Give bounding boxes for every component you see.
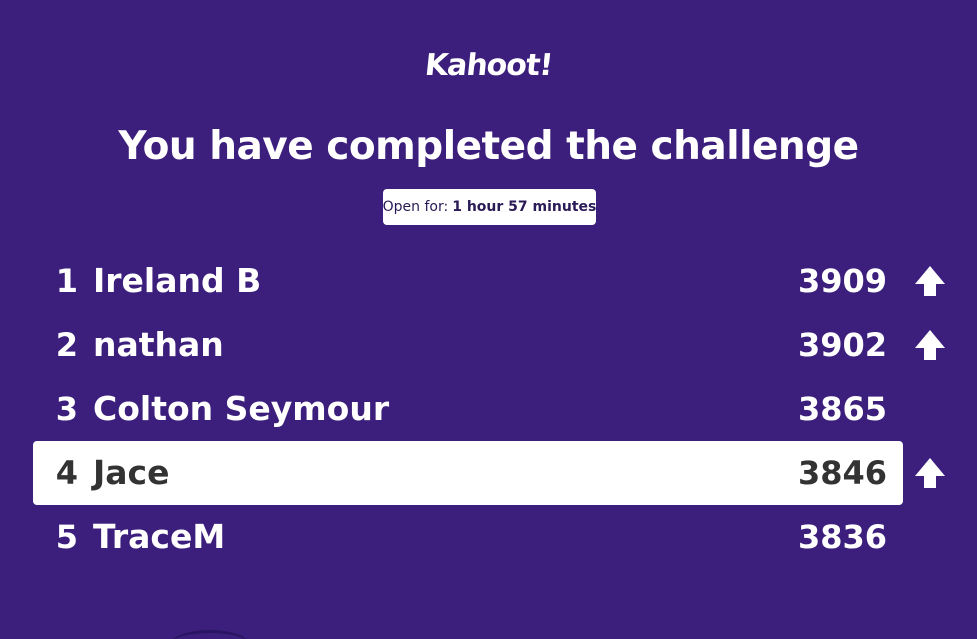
player-rank: 1 — [55, 262, 78, 300]
player-score: 3909 — [797, 262, 887, 300]
player-name: Jace — [93, 453, 170, 492]
player-name: nathan — [93, 325, 224, 364]
up-arrow-icon — [915, 330, 945, 360]
leaderboard: 1 Ireland B 3909 2 nathan 3902 3 Colton … — [0, 249, 977, 569]
player-score: 3865 — [797, 390, 887, 428]
leaderboard-row: 3 Colton Seymour 3865 — [0, 377, 977, 441]
player-name: Colton Seymour — [93, 389, 390, 428]
leaderboard-row: 5 TraceM 3836 — [0, 505, 977, 569]
player-rank: 5 — [55, 518, 78, 556]
player-score: 3836 — [797, 518, 887, 556]
player-score: 3902 — [797, 326, 887, 364]
up-arrow-icon — [915, 266, 945, 296]
page-title: You have completed the challenge — [118, 124, 859, 169]
leaderboard-row-current-player: 4 Jace 3846 — [0, 441, 977, 505]
open-for-value: 1 hour 57 minutes — [452, 199, 597, 215]
leaderboard-row: 2 nathan 3902 — [0, 313, 977, 377]
player-rank: 3 — [55, 390, 78, 428]
player-score: 3846 — [797, 454, 887, 492]
leaderboard-row: 1 Ireland B 3909 — [0, 249, 977, 313]
player-name: TraceM — [93, 517, 226, 556]
open-for-badge: Open for: 1 hour 57 minutes — [383, 189, 596, 225]
decorative-arc — [170, 630, 250, 639]
open-for-label: Open for: — [382, 199, 449, 215]
results-page: Kahoot! You have completed the challenge… — [0, 0, 977, 639]
up-arrow-icon — [915, 458, 945, 488]
kahoot-logo: Kahoot! — [423, 48, 554, 83]
player-name: Ireland B — [93, 261, 262, 300]
player-rank: 2 — [55, 326, 78, 364]
player-rank: 4 — [55, 454, 78, 492]
